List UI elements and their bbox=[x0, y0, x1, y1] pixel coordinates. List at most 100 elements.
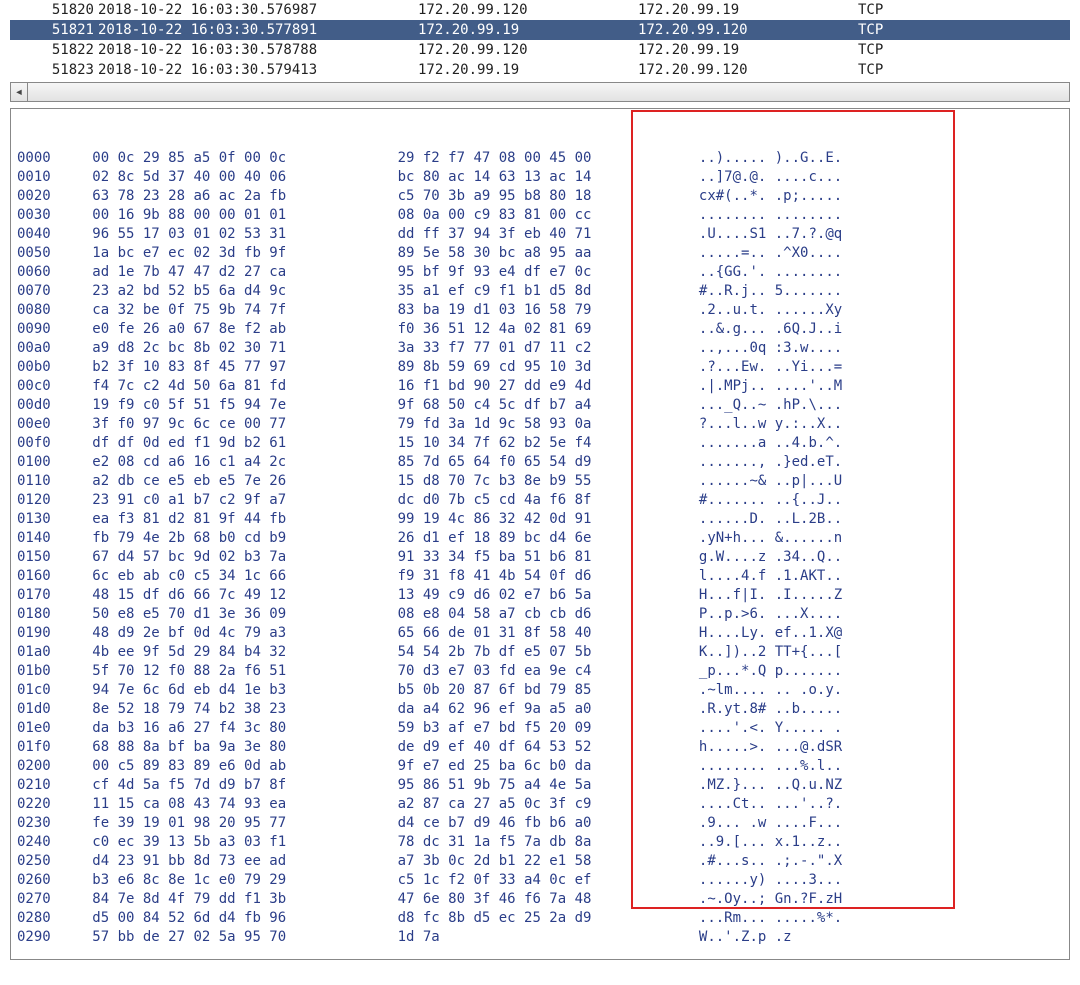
hex-offset: 0160 bbox=[17, 567, 67, 586]
hex-bytes-2: 35 a1 ef c9 f1 b1 d5 8d bbox=[398, 282, 674, 301]
hex-offset: 0170 bbox=[17, 586, 67, 605]
hex-offset: 00e0 bbox=[17, 415, 67, 434]
packet-row[interactable]: 518222018-10-22 16:03:30.578788172.20.99… bbox=[10, 40, 1070, 60]
hex-row[interactable]: 0270 84 7e 8d 4f 79 dd f1 3b 47 6e 80 3f… bbox=[17, 890, 1063, 909]
hex-ascii: ....Ct.. ...'..?. bbox=[699, 795, 999, 814]
hex-bytes-1: da b3 16 a6 27 f4 3c 80 bbox=[92, 719, 372, 738]
hex-bytes-2: 54 54 2b 7b df e5 07 5b bbox=[398, 643, 674, 662]
hex-ascii: .yN+h... &......n bbox=[699, 529, 999, 548]
hex-row[interactable]: 0200 00 c5 89 83 89 e6 0d ab 9f e7 ed 25… bbox=[17, 757, 1063, 776]
hex-offset: 00a0 bbox=[17, 339, 67, 358]
hex-bytes-1: e0 fe 26 a0 67 8e f2 ab bbox=[92, 320, 372, 339]
col-time: 2018-10-22 16:03:30.578788 bbox=[98, 42, 418, 58]
hex-row[interactable]: 0160 6c eb ab c0 c5 34 1c 66 f9 31 f8 41… bbox=[17, 567, 1063, 586]
hex-row[interactable]: 00c0 f4 7c c2 4d 50 6a 81 fd 16 f1 bd 90… bbox=[17, 377, 1063, 396]
hex-row[interactable]: 0260 b3 e6 8c 8e 1c e0 79 29 c5 1c f2 0f… bbox=[17, 871, 1063, 890]
hex-ascii: cx#(..*. .p;..... bbox=[699, 187, 999, 206]
hex-bytes-2: f9 31 f8 41 4b 54 0f d6 bbox=[398, 567, 674, 586]
hex-row[interactable]: 0190 48 d9 2e bf 0d 4c 79 a3 65 66 de 01… bbox=[17, 624, 1063, 643]
hex-row[interactable]: 01c0 94 7e 6c 6d eb d4 1e b3 b5 0b 20 87… bbox=[17, 681, 1063, 700]
hex-bytes-1: b3 e6 8c 8e 1c e0 79 29 bbox=[92, 871, 372, 890]
hex-ascii: ........ ...%.l.. bbox=[699, 757, 999, 776]
hex-bytes-1: 84 7e 8d 4f 79 dd f1 3b bbox=[92, 890, 372, 909]
hex-row[interactable]: 0290 57 bb de 27 02 5a 95 70 1d 7a W..'.… bbox=[17, 928, 1063, 947]
hex-bytes-2: 9f 68 50 c4 5c df b7 a4 bbox=[398, 396, 674, 415]
hex-row[interactable]: 0140 fb 79 4e 2b 68 b0 cd b9 26 d1 ef 18… bbox=[17, 529, 1063, 548]
hex-bytes-1: 68 88 8a bf ba 9a 3e 80 bbox=[92, 738, 372, 757]
hex-ascii: ..]7@.@. ....c... bbox=[699, 168, 999, 187]
hex-bytes-2: 08 e8 04 58 a7 cb cb d6 bbox=[398, 605, 674, 624]
hex-row[interactable]: 0180 50 e8 e5 70 d1 3e 36 09 08 e8 04 58… bbox=[17, 605, 1063, 624]
hex-row[interactable]: 0100 e2 08 cd a6 16 c1 a4 2c 85 7d 65 64… bbox=[17, 453, 1063, 472]
hex-offset: 0130 bbox=[17, 510, 67, 529]
hex-ascii: .U....S1 ..7.?.@q bbox=[699, 225, 999, 244]
hex-row[interactable]: 0250 d4 23 91 bb 8d 73 ee ad a7 3b 0c 2d… bbox=[17, 852, 1063, 871]
hex-ascii: h.....>. ...@.dSR bbox=[699, 738, 999, 757]
hex-row[interactable]: 0050 1a bc e7 ec 02 3d fb 9f 89 5e 58 30… bbox=[17, 244, 1063, 263]
hex-bytes-1: 11 15 ca 08 43 74 93 ea bbox=[92, 795, 372, 814]
hex-bytes-2: 16 f1 bd 90 27 dd e9 4d bbox=[398, 377, 674, 396]
hex-row[interactable]: 0020 63 78 23 28 a6 ac 2a fb c5 70 3b a9… bbox=[17, 187, 1063, 206]
col-no: 51822 bbox=[14, 42, 98, 58]
hex-row[interactable]: 00f0 df df 0d ed f1 9d b2 61 15 10 34 7f… bbox=[17, 434, 1063, 453]
hex-ascii: .#...s.. .;.-.".X bbox=[699, 852, 999, 871]
hex-offset: 0020 bbox=[17, 187, 67, 206]
hex-row[interactable]: 01d0 8e 52 18 79 74 b2 38 23 da a4 62 96… bbox=[17, 700, 1063, 719]
hex-row[interactable]: 00e0 3f f0 97 9c 6c ce 00 77 79 fd 3a 1d… bbox=[17, 415, 1063, 434]
hex-ascii: ....'.<. Y..... . bbox=[699, 719, 999, 738]
hex-ascii: ........ ........ bbox=[699, 206, 999, 225]
hex-row[interactable]: 0040 96 55 17 03 01 02 53 31 dd ff 37 94… bbox=[17, 225, 1063, 244]
hex-ascii: ..._Q..~ .hP.\... bbox=[699, 396, 999, 415]
hex-bytes-2: de d9 ef 40 df 64 53 52 bbox=[398, 738, 674, 757]
hex-row[interactable]: 0210 cf 4d 5a f5 7d d9 b7 8f 95 86 51 9b… bbox=[17, 776, 1063, 795]
hex-ascii: ......D. ..L.2B.. bbox=[699, 510, 999, 529]
hex-row[interactable]: 0030 00 16 9b 88 00 00 01 01 08 0a 00 c9… bbox=[17, 206, 1063, 225]
hex-bytes-2: 83 ba 19 d1 03 16 58 79 bbox=[398, 301, 674, 320]
hex-row[interactable]: 01f0 68 88 8a bf ba 9a 3e 80 de d9 ef 40… bbox=[17, 738, 1063, 757]
hex-row[interactable]: 0150 67 d4 57 bc 9d 02 b3 7a 91 33 34 f5… bbox=[17, 548, 1063, 567]
hex-row[interactable]: 01b0 5f 70 12 f0 88 2a f6 51 70 d3 e7 03… bbox=[17, 662, 1063, 681]
hex-row[interactable]: 0000 00 0c 29 85 a5 0f 00 0c 29 f2 f7 47… bbox=[17, 149, 1063, 168]
hex-row[interactable]: 0070 23 a2 bd 52 b5 6a d4 9c 35 a1 ef c9… bbox=[17, 282, 1063, 301]
packet-row[interactable]: 518212018-10-22 16:03:30.577891172.20.99… bbox=[10, 20, 1070, 40]
col-dst: 172.20.99.120 bbox=[638, 22, 858, 38]
hex-row[interactable]: 01e0 da b3 16 a6 27 f4 3c 80 59 b3 af e7… bbox=[17, 719, 1063, 738]
hex-row[interactable]: 0220 11 15 ca 08 43 74 93 ea a2 87 ca 27… bbox=[17, 795, 1063, 814]
hex-offset: 0240 bbox=[17, 833, 67, 852]
hex-offset: 01b0 bbox=[17, 662, 67, 681]
hex-offset: 0120 bbox=[17, 491, 67, 510]
hex-row[interactable]: 0120 23 91 c0 a1 b7 c2 9f a7 dc d0 7b c5… bbox=[17, 491, 1063, 510]
hex-row[interactable]: 0240 c0 ec 39 13 5b a3 03 f1 78 dc 31 1a… bbox=[17, 833, 1063, 852]
hex-offset: 00f0 bbox=[17, 434, 67, 453]
hex-row[interactable]: 0060 ad 1e 7b 47 47 d2 27 ca 95 bf 9f 93… bbox=[17, 263, 1063, 282]
hex-row[interactable]: 00b0 b2 3f 10 83 8f 45 77 97 89 8b 59 69… bbox=[17, 358, 1063, 377]
hex-offset: 0140 bbox=[17, 529, 67, 548]
scroll-left-arrow[interactable]: ◂ bbox=[11, 83, 28, 101]
hex-row[interactable]: 0110 a2 db ce e5 eb e5 7e 26 15 d8 70 7c… bbox=[17, 472, 1063, 491]
packet-list[interactable]: 518202018-10-22 16:03:30.576987172.20.99… bbox=[10, 0, 1070, 80]
hex-bytes-1: 00 16 9b 88 00 00 01 01 bbox=[92, 206, 372, 225]
hex-dump-pane[interactable]: 0000 00 0c 29 85 a5 0f 00 0c 29 f2 f7 47… bbox=[10, 108, 1070, 960]
hex-offset: 0210 bbox=[17, 776, 67, 795]
hex-offset: 01d0 bbox=[17, 700, 67, 719]
col-time: 2018-10-22 16:03:30.576987 bbox=[98, 2, 418, 18]
hex-row[interactable]: 0090 e0 fe 26 a0 67 8e f2 ab f0 36 51 12… bbox=[17, 320, 1063, 339]
hex-ascii: ..,...0q :3.w.... bbox=[699, 339, 999, 358]
hex-row[interactable]: 0080 ca 32 be 0f 75 9b 74 7f 83 ba 19 d1… bbox=[17, 301, 1063, 320]
hex-row[interactable]: 00d0 19 f9 c0 5f 51 f5 94 7e 9f 68 50 c4… bbox=[17, 396, 1063, 415]
hex-row[interactable]: 00a0 a9 d8 2c bc 8b 02 30 71 3a 33 f7 77… bbox=[17, 339, 1063, 358]
hex-ascii: .MZ.}... ..Q.u.NZ bbox=[699, 776, 999, 795]
hex-bytes-1: df df 0d ed f1 9d b2 61 bbox=[92, 434, 372, 453]
hex-row[interactable]: 0280 d5 00 84 52 6d d4 fb 96 d8 fc 8b d5… bbox=[17, 909, 1063, 928]
packet-row[interactable]: 518232018-10-22 16:03:30.579413172.20.99… bbox=[10, 60, 1070, 80]
hex-row[interactable]: 0170 48 15 df d6 66 7c 49 12 13 49 c9 d6… bbox=[17, 586, 1063, 605]
hex-ascii: ......y) ....3... bbox=[699, 871, 999, 890]
hex-row[interactable]: 01a0 4b ee 9f 5d 29 84 b4 32 54 54 2b 7b… bbox=[17, 643, 1063, 662]
packet-row[interactable]: 518202018-10-22 16:03:30.576987172.20.99… bbox=[10, 0, 1070, 20]
hex-row[interactable]: 0130 ea f3 81 d2 81 9f 44 fb 99 19 4c 86… bbox=[17, 510, 1063, 529]
hex-row[interactable]: 0010 02 8c 5d 37 40 00 40 06 bc 80 ac 14… bbox=[17, 168, 1063, 187]
horizontal-scrollbar[interactable]: ◂ bbox=[10, 82, 1070, 102]
hex-bytes-1: d5 00 84 52 6d d4 fb 96 bbox=[92, 909, 372, 928]
hex-row[interactable]: 0230 fe 39 19 01 98 20 95 77 d4 ce b7 d9… bbox=[17, 814, 1063, 833]
hex-bytes-2: 79 fd 3a 1d 9c 58 93 0a bbox=[398, 415, 674, 434]
